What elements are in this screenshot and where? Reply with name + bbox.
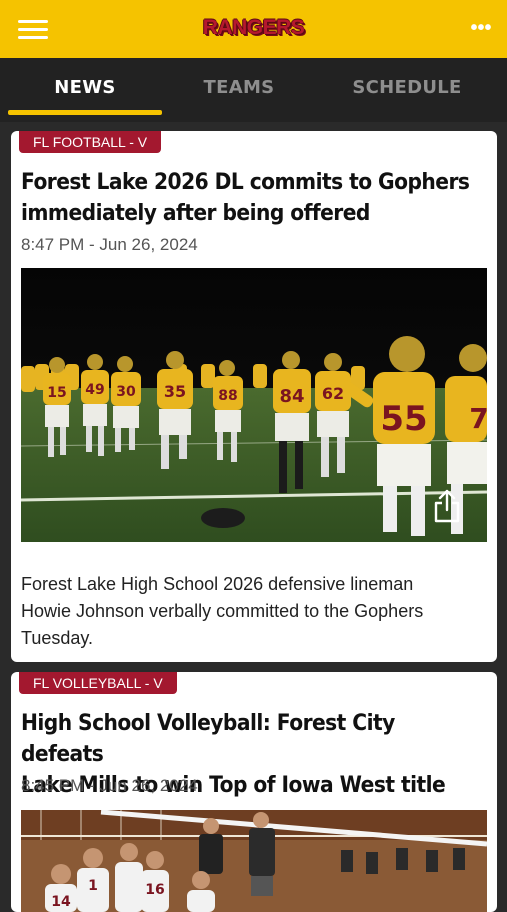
jersey-number: 84 — [279, 386, 304, 407]
app-header: RANGERS ••• — [0, 0, 507, 58]
article-card[interactable]: FL VOLLEYBALL - V High School Volleyball… — [11, 672, 497, 912]
jersey-number: 88 — [218, 388, 237, 404]
headline-line: Forest Lake 2026 DL commits to Gophers — [21, 170, 470, 195]
article-card[interactable]: FL FOOTBALL - V Forest Lake 2026 DL comm… — [11, 131, 497, 662]
article-summary: Forest Lake High School 2026 defensive l… — [21, 571, 485, 652]
jersey-number: 49 — [85, 382, 104, 398]
article-timestamp: 8:45 PM - Jun 26, 2024 — [21, 776, 198, 795]
jersey-number: 16 — [145, 882, 164, 898]
summary-line: Forest Lake High School 2026 defensive l… — [21, 574, 414, 594]
jersey-number: 14 — [51, 894, 71, 910]
article-headline[interactable]: Forest Lake 2026 DL commits to Gophers i… — [21, 167, 481, 229]
headline-line: immediately after being offered — [21, 201, 370, 226]
jersey-number: 15 — [47, 385, 66, 401]
active-tab-indicator — [8, 110, 162, 115]
category-badge: FL FOOTBALL - V — [19, 131, 162, 153]
jersey-number: 35 — [164, 382, 186, 401]
category-badge: FL VOLLEYBALL - V — [19, 672, 177, 694]
article-photo[interactable]: 14 1 16 — [21, 810, 487, 912]
more-dots-icon[interactable]: ••• — [469, 18, 493, 38]
tab-schedule[interactable]: SCHEDULE — [320, 58, 494, 122]
football-team-photo: 15 49 30 35 88 84 62 55 7 — [21, 268, 487, 542]
headline-line: High School Volleyball: Forest City defe… — [21, 711, 395, 767]
summary-line: Tuesday. — [21, 628, 94, 648]
jersey-number: 55 — [380, 399, 427, 439]
article-timestamp: 8:47 PM - Jun 26, 2024 — [21, 235, 198, 254]
summary-line: Howie Johnson verbally committed to the … — [21, 601, 424, 621]
share-icon[interactable] — [432, 488, 462, 529]
app-title: RANGERS — [202, 16, 305, 39]
jersey-number: 1 — [88, 878, 98, 894]
jersey-number: 7 — [469, 402, 487, 435]
tab-teams[interactable]: TEAMS — [162, 58, 316, 122]
jersey-number: 30 — [116, 384, 136, 400]
jersey-number: 62 — [322, 384, 344, 403]
article-photo[interactable]: 15 49 30 35 88 84 62 55 7 — [21, 268, 487, 542]
volleyball-match-photo: 14 1 16 — [21, 810, 487, 912]
